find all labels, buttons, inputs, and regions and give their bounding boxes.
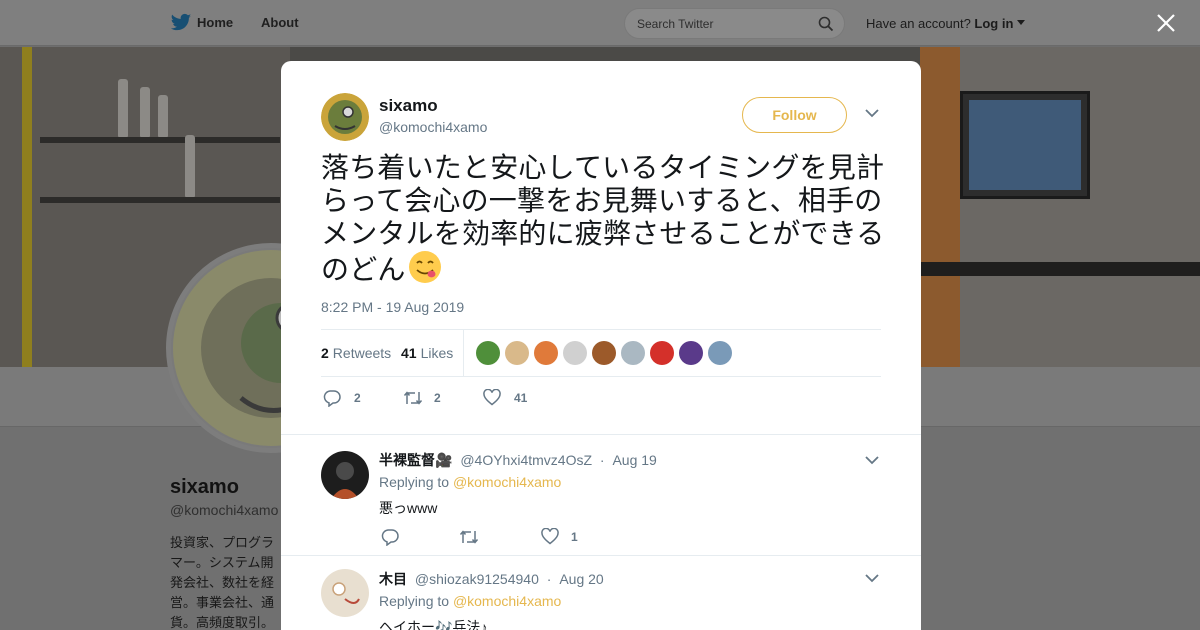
chevron-down-icon[interactable] bbox=[1017, 20, 1026, 26]
reply-date[interactable]: Aug 19 bbox=[612, 452, 656, 468]
likes-stat[interactable]: 41 Likes bbox=[401, 345, 453, 361]
reply-tweet[interactable]: 木目 @shiozak91254940 · Aug 20 Replying to… bbox=[281, 555, 921, 630]
login-prompt: Have an account? Log in bbox=[866, 16, 1026, 31]
heart-icon bbox=[541, 527, 559, 545]
profile-handle: @komochi4xamo bbox=[170, 502, 279, 518]
chevron-down-icon[interactable] bbox=[865, 455, 879, 465]
like-count: 41 bbox=[514, 391, 528, 405]
banner-orange-panel bbox=[920, 47, 960, 367]
retweet-icon bbox=[459, 530, 479, 544]
retweet-button[interactable]: 2 bbox=[403, 386, 453, 410]
search-icon[interactable] bbox=[818, 16, 834, 32]
yum-face-emoji-icon bbox=[408, 251, 441, 283]
liker-avatar[interactable] bbox=[679, 341, 703, 365]
liker-avatar[interactable] bbox=[534, 341, 558, 365]
tweet-stats: 2 Retweets 41 Likes bbox=[321, 329, 881, 377]
likes-label: Likes bbox=[420, 345, 454, 361]
banner-bottle bbox=[140, 87, 150, 137]
reply-text: ヘイホー🎶兵法♪ bbox=[379, 619, 488, 630]
close-icon[interactable] bbox=[1156, 13, 1176, 33]
tweet-modal: sixamo @komochi4xamo Follow 落ち着いたと安心している… bbox=[281, 61, 921, 630]
nav-home[interactable]: Home bbox=[197, 15, 233, 30]
stats-divider bbox=[463, 330, 464, 377]
reply-author-avatar[interactable] bbox=[321, 451, 369, 499]
login-link[interactable]: Log in bbox=[974, 16, 1013, 31]
like-button[interactable]: 41 bbox=[483, 386, 533, 410]
reply-author[interactable]: 半裸監督🎥 @4OYhxi4tmvz4OsZ · Aug 19 bbox=[379, 450, 657, 470]
tweet-actions: 2 2 41 bbox=[321, 386, 881, 410]
retweets-label: Retweets bbox=[332, 345, 392, 361]
reply-author-name: 半裸監督🎥 bbox=[379, 452, 453, 468]
profile-name: sixamo bbox=[170, 476, 239, 498]
liker-avatar[interactable] bbox=[563, 341, 587, 365]
banner-bottle bbox=[158, 95, 168, 137]
retweets-stat[interactable]: 2 Retweets bbox=[321, 345, 391, 361]
reply-date[interactable]: Aug 20 bbox=[559, 571, 603, 587]
replying-to-link[interactable]: @komochi4xamo bbox=[453, 474, 561, 490]
reply-icon bbox=[323, 390, 341, 407]
likes-count: 41 bbox=[401, 345, 417, 361]
author-avatar[interactable] bbox=[321, 93, 369, 141]
liker-avatar[interactable] bbox=[650, 341, 674, 365]
twitter-bird-icon[interactable] bbox=[170, 13, 192, 33]
banner-shelf bbox=[40, 137, 280, 143]
retweet-count: 2 bbox=[434, 391, 441, 405]
tweet-text-body: 落ち着いたと安心しているタイミングを見計らって会心の一撃をお見舞いすると、相手の… bbox=[321, 152, 885, 285]
author-name[interactable]: sixamo bbox=[379, 96, 438, 116]
chevron-down-icon[interactable] bbox=[865, 573, 879, 583]
author-handle[interactable]: @komochi4xamo bbox=[379, 119, 487, 135]
banner-yellow-pillar bbox=[22, 47, 32, 367]
banner-desk bbox=[920, 262, 1200, 276]
tweet-text: 落ち着いたと安心しているタイミングを見計らって会心の一撃をお見舞いすると、相手の… bbox=[321, 151, 886, 286]
reply-author-handle: @shiozak91254940 bbox=[414, 571, 539, 587]
retweet-button[interactable] bbox=[459, 528, 499, 548]
chevron-down-icon[interactable] bbox=[865, 108, 879, 118]
profile-bio: 投資家、プログラマー。システム開発会社、数社を経営。事業会社、通貨。高頻度取引。… bbox=[170, 535, 275, 630]
reply-button[interactable] bbox=[381, 528, 421, 548]
reply-tweet[interactable]: 半裸監督🎥 @4OYhxi4tmvz4OsZ · Aug 19 Replying… bbox=[281, 434, 921, 556]
banner-bottle bbox=[185, 135, 195, 197]
search-input[interactable]: Search Twitter bbox=[624, 8, 845, 39]
retweet-icon bbox=[403, 391, 423, 405]
reply-actions: 1 bbox=[381, 527, 681, 548]
nav-about[interactable]: About bbox=[261, 15, 299, 30]
tweet-timestamp[interactable]: 8:22 PM - 19 Aug 2019 bbox=[321, 299, 464, 315]
banner-bottle bbox=[118, 79, 128, 137]
reply-separator: · bbox=[599, 452, 605, 468]
banner-shelf bbox=[40, 197, 280, 203]
replying-to: Replying to @komochi4xamo bbox=[379, 593, 561, 609]
reply-text: 悪っwww bbox=[379, 500, 438, 516]
reply-author[interactable]: 木目 @shiozak91254940 · Aug 20 bbox=[379, 569, 604, 589]
liker-avatar[interactable] bbox=[708, 341, 732, 365]
reply-icon bbox=[381, 529, 399, 547]
liker-avatar[interactable] bbox=[505, 341, 529, 365]
top-navigation-bar: Home About Search Twitter Have an accoun… bbox=[0, 0, 1200, 46]
follow-button[interactable]: Follow bbox=[742, 97, 847, 133]
like-count: 1 bbox=[571, 530, 578, 544]
replying-to-link[interactable]: @komochi4xamo bbox=[453, 593, 561, 609]
replying-to: Replying to @komochi4xamo bbox=[379, 474, 561, 490]
replying-to-prefix: Replying to bbox=[379, 593, 450, 609]
liker-avatar[interactable] bbox=[476, 341, 500, 365]
reply-author-name: 木目 bbox=[379, 571, 407, 587]
liker-avatar[interactable] bbox=[592, 341, 616, 365]
liker-avatar[interactable] bbox=[621, 341, 645, 365]
reply-button[interactable]: 2 bbox=[323, 386, 373, 410]
retweets-count: 2 bbox=[321, 345, 329, 361]
reply-author-handle: @4OYhxi4tmvz4OsZ bbox=[460, 452, 593, 468]
reply-separator: · bbox=[546, 571, 552, 587]
like-button[interactable]: 1 bbox=[541, 527, 591, 548]
banner-monitor bbox=[960, 91, 1090, 199]
account-prompt-text: Have an account? bbox=[866, 16, 971, 31]
reply-count: 2 bbox=[354, 391, 361, 405]
reply-author-avatar[interactable] bbox=[321, 569, 369, 617]
search-placeholder: Search Twitter bbox=[637, 17, 714, 31]
replying-to-prefix: Replying to bbox=[379, 474, 450, 490]
heart-icon bbox=[483, 389, 501, 406]
